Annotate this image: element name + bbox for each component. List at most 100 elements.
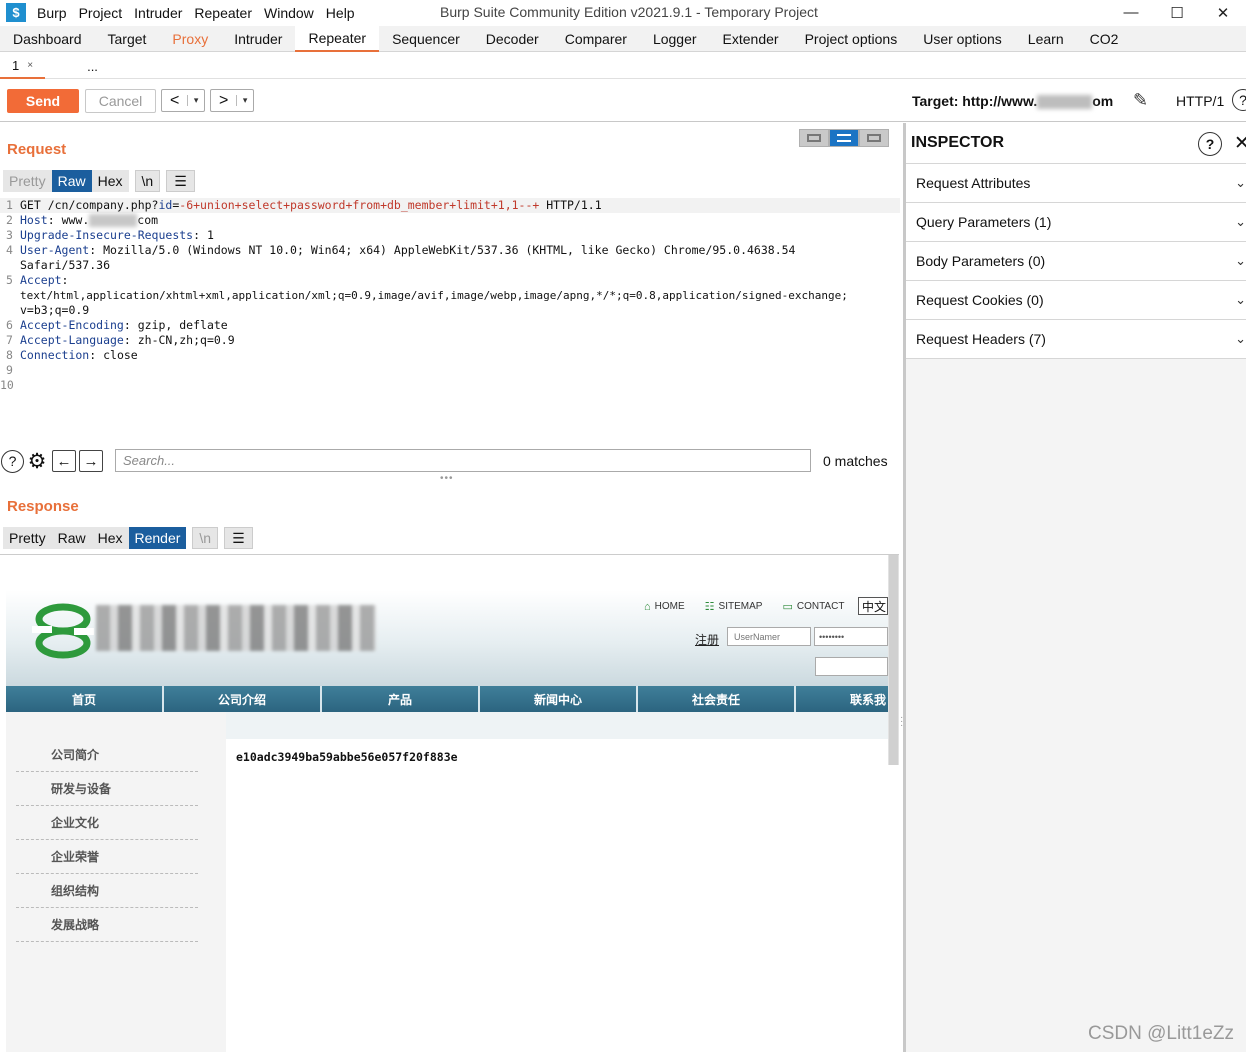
site-sidebar-item[interactable]: 发展战略 (16, 908, 198, 942)
tab-proxy[interactable]: Proxy (159, 26, 221, 52)
site-nav-csr[interactable]: 社会责任 (638, 686, 796, 712)
menu-project[interactable]: Project (79, 5, 123, 21)
menu-repeater[interactable]: Repeater (194, 5, 252, 21)
newline-toggle-icon[interactable]: \n (192, 527, 219, 549)
password-field[interactable] (814, 627, 888, 646)
next-match-icon[interactable]: → (79, 450, 103, 472)
chevron-down-icon: ⌄ (1235, 253, 1246, 268)
request-line: 7 Accept-Language: zh-CN,zh;q=0.9 (6, 333, 235, 347)
tab-user-options[interactable]: User options (910, 26, 1015, 52)
search-input[interactable] (115, 449, 811, 472)
response-tab-render[interactable]: Render (128, 527, 187, 549)
tab-target[interactable]: Target (95, 26, 160, 52)
site-sidebar: 公司简介 研发与设备 企业文化 企业荣誉 组织结构 发展战略 (16, 738, 198, 942)
site-sidebar-item[interactable]: 研发与设备 (16, 772, 198, 806)
site-content-header (226, 712, 888, 739)
csdn-watermark: CSDN @Litt1eZz (1088, 1023, 1234, 1044)
site-sidebar-item[interactable]: 企业文化 (16, 806, 198, 840)
language-select[interactable]: 中文 (858, 597, 888, 615)
site-home-link[interactable]: ⌂ HOME (644, 601, 685, 613)
pane-splitter-handle[interactable]: ••• (440, 473, 454, 484)
edit-target-icon[interactable]: ✎ (1133, 90, 1148, 111)
http-version-label[interactable]: HTTP/1 (1176, 93, 1224, 109)
site-nav-news[interactable]: 新闻中心 (480, 686, 638, 712)
match-count: 0 matches (823, 453, 888, 469)
site-nav-home[interactable]: 首页 (6, 686, 164, 712)
tab-learn[interactable]: Learn (1015, 26, 1077, 52)
newline-toggle-icon[interactable]: \n (134, 170, 161, 192)
menu-window[interactable]: Window (264, 5, 314, 21)
history-back-button[interactable]: < ▾ (161, 89, 205, 112)
request-tab-raw[interactable]: Raw (51, 170, 92, 192)
menu-help[interactable]: Help (326, 5, 355, 21)
site-nav-about[interactable]: 公司介绍 (164, 686, 322, 712)
help-icon[interactable]: ? (1198, 132, 1222, 156)
gear-icon[interactable]: ⚙ (25, 449, 49, 473)
site-sidebar-item[interactable]: 企业荣誉 (16, 840, 198, 874)
inspector-request-cookies[interactable]: Request Cookies (0) ⌄ (906, 281, 1246, 320)
cancel-button[interactable]: Cancel (85, 89, 156, 113)
request-tab-hex[interactable]: Hex (91, 170, 129, 192)
response-tab-hex[interactable]: Hex (91, 527, 129, 549)
site-nav-contact[interactable]: 联系我 (796, 686, 888, 712)
maximize-icon[interactable]: ☐ (1154, 0, 1200, 25)
tab-decoder[interactable]: Decoder (473, 26, 552, 52)
request-line: 9 (6, 363, 13, 377)
inspector-request-attributes[interactable]: Request Attributes ⌄ (906, 164, 1246, 203)
menu-intruder[interactable]: Intruder (134, 5, 182, 21)
chevron-down-icon[interactable]: ▾ (187, 95, 204, 106)
tab-dashboard[interactable]: Dashboard (0, 26, 95, 52)
tab-sequencer[interactable]: Sequencer (379, 26, 473, 52)
site-contact-link[interactable]: ▭ CONTACT (782, 600, 844, 613)
close-tab-icon[interactable]: × (27, 60, 33, 71)
help-icon[interactable]: ? (1232, 89, 1246, 111)
tab-logger[interactable]: Logger (640, 26, 710, 52)
tab-intruder[interactable]: Intruder (221, 26, 295, 52)
send-button[interactable]: Send (7, 89, 79, 113)
target-label[interactable]: Target: http://www. om (912, 93, 1113, 110)
menu-icon[interactable]: ☰ (224, 527, 253, 549)
request-line: 10 (0, 378, 14, 392)
request-editor[interactable]: 1 GET /cn/company.php?id=-6+union+select… (0, 198, 900, 393)
tab-project-options[interactable]: Project options (792, 26, 911, 52)
captcha-field[interactable] (815, 657, 888, 676)
menu-icon[interactable]: ☰ (166, 170, 195, 192)
tab-comparer[interactable]: Comparer (552, 26, 640, 52)
site-sitemap-link[interactable]: ☷ SITEMAP (705, 600, 763, 613)
layout-stacked-icon[interactable] (829, 129, 859, 147)
menu-burp[interactable]: Burp (37, 5, 67, 21)
inspector-query-parameters[interactable]: Query Parameters (1) ⌄ (906, 203, 1246, 242)
minimize-icon[interactable]: — (1108, 0, 1154, 25)
inspector-request-headers[interactable]: Request Headers (7) ⌄ (906, 320, 1246, 359)
username-field[interactable] (727, 627, 811, 646)
site-sidebar-item[interactable]: 公司简介 (16, 738, 198, 772)
close-icon[interactable]: ✕ (1234, 132, 1246, 155)
help-icon[interactable]: ? (1, 449, 24, 473)
site-sidebar-item[interactable]: 组织结构 (16, 874, 198, 908)
previous-match-icon[interactable]: ← (52, 450, 76, 472)
back-arrow-icon: < (170, 91, 180, 109)
site-nav-products[interactable]: 产品 (322, 686, 480, 712)
response-tab-pretty[interactable]: Pretty (3, 527, 52, 549)
render-scrollbar-thumb[interactable] (889, 555, 898, 765)
history-forward-button[interactable]: > ▾ (210, 89, 254, 112)
response-tab-raw[interactable]: Raw (51, 527, 92, 549)
repeater-tab-label: 1 (12, 57, 20, 73)
target-prefix: Target: http://www. (912, 93, 1038, 109)
close-window-icon[interactable]: ✕ (1200, 0, 1246, 25)
chevron-down-icon[interactable]: ▾ (236, 95, 253, 106)
layout-tabbed-icon[interactable] (859, 129, 889, 147)
register-link[interactable]: 注册 (695, 631, 719, 648)
inspector-body-parameters[interactable]: Body Parameters (0) ⌄ (906, 242, 1246, 281)
request-line: 5 Accept: (6, 273, 69, 287)
divider-grip[interactable]: · · · (900, 713, 903, 731)
request-tab-pretty[interactable]: Pretty (3, 170, 52, 192)
new-tab-button[interactable]: ... (75, 53, 110, 79)
tab-co2[interactable]: CO2 (1077, 26, 1132, 52)
repeater-tab-1[interactable]: 1 × (0, 53, 46, 79)
tab-extender[interactable]: Extender (710, 26, 792, 52)
layout-side-by-side-icon[interactable] (799, 129, 829, 147)
tab-repeater[interactable]: Repeater (295, 26, 380, 52)
site-top-links: ⌂ HOME ☷ SITEMAP ▭ CONTACT (644, 600, 864, 614)
request-title: Request (7, 141, 67, 158)
